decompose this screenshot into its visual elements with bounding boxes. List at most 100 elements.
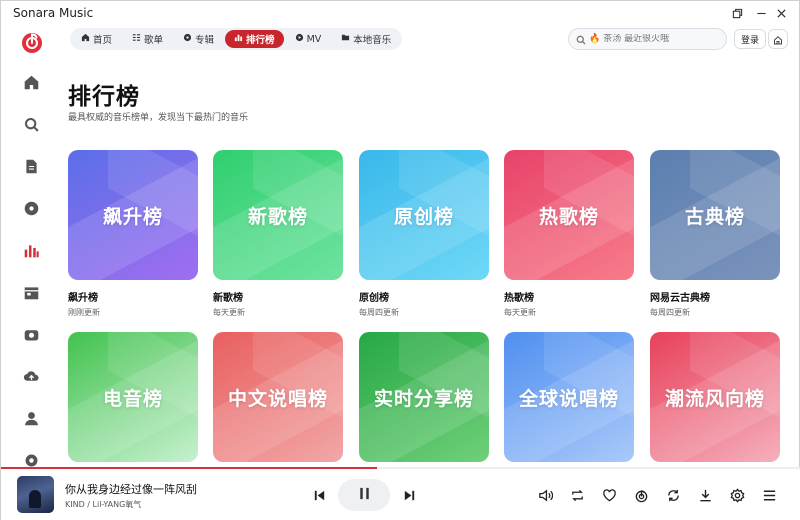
chart-cover[interactable]: 全球说唱榜 <box>504 332 634 462</box>
app-logo-icon <box>20 30 44 54</box>
video-icon <box>295 33 304 45</box>
search-icon <box>576 30 586 49</box>
repeat-icon[interactable] <box>569 487 585 503</box>
tab-label: 排行榜 <box>246 35 275 46</box>
chart-name[interactable]: 飙升榜 <box>68 289 198 304</box>
download-icon[interactable] <box>697 487 713 503</box>
page-title: 排行榜 <box>68 84 140 110</box>
chart-update-frequency: 每天更新 <box>504 308 536 317</box>
pause-button[interactable] <box>338 479 390 511</box>
next-track-icon[interactable] <box>401 487 417 503</box>
chart-cover-title: 飙升榜 <box>102 205 163 228</box>
sidebar-cloud-upload-icon[interactable] <box>20 365 42 387</box>
tab-home[interactable]: 首页 <box>72 30 121 48</box>
chart-card[interactable]: 古典榜网易云古典榜每周四更新 <box>650 150 780 318</box>
house-icon <box>773 30 783 49</box>
chart-cover[interactable]: 实时分享榜 <box>359 332 489 462</box>
app-window: Sonara Music 首页 歌单 专辑 排行榜 MV 本地音乐 🔥 茶汤 最… <box>0 0 800 520</box>
refresh-icon[interactable] <box>665 487 681 503</box>
chart-card[interactable]: 全球说唱榜 <box>504 332 634 462</box>
song-artist[interactable]: KIND / Lil-YANG氧气 <box>65 499 141 510</box>
top-nav: 首页 歌单 专辑 排行榜 MV 本地音乐 <box>70 28 403 50</box>
chart-card[interactable]: 电音榜 <box>68 332 198 462</box>
chart-name[interactable]: 网易云古典榜 <box>650 289 780 304</box>
page-subtitle: 最具权威的音乐榜单，发现当下最热门的音乐 <box>68 113 249 123</box>
tab-mv[interactable]: MV <box>286 30 331 48</box>
sidebar-disc-icon[interactable] <box>20 197 42 219</box>
chart-card[interactable]: 中文说唱榜 <box>213 332 343 462</box>
sidebar <box>1 25 61 467</box>
disc-icon <box>183 33 192 45</box>
chart-card[interactable]: 热歌榜 热歌榜 每天更新 <box>504 150 634 318</box>
player-bar: 你从我身边经过像一阵风刮 KIND / Lil-YANG氧气 <box>1 469 800 520</box>
sidebar-calendar-icon[interactable] <box>20 281 42 303</box>
home-icon <box>81 33 90 45</box>
search-box: 🔥 <box>568 28 727 50</box>
chart-cover-title: 古典榜 <box>684 205 745 228</box>
fire-icon: 🔥 <box>589 34 601 44</box>
search-input[interactable] <box>603 34 714 44</box>
song-title[interactable]: 你从我身边经过像一阵风刮 <box>65 481 197 497</box>
chart-cover[interactable]: 电音榜 <box>68 332 198 462</box>
tab-playlists[interactable]: 歌单 <box>123 30 172 48</box>
sidebar-search-icon[interactable] <box>20 113 42 135</box>
previous-track-icon[interactable] <box>311 487 327 503</box>
sidebar-charts-icon[interactable] <box>20 239 42 261</box>
chart-cover-title: 中文说唱榜 <box>227 387 328 410</box>
album-cover[interactable] <box>17 476 54 513</box>
tab-label: MV <box>306 33 322 45</box>
chart-cover[interactable]: 潮流风向榜 <box>650 332 780 462</box>
chart-cover-title: 新歌榜 <box>247 205 308 228</box>
volume-icon[interactable] <box>537 487 553 503</box>
pause-icon <box>357 486 372 505</box>
tab-label: 本地音乐 <box>353 35 392 46</box>
tab-local-music[interactable]: 本地音乐 <box>332 30 400 48</box>
chart-update-frequency: 刚刚更新 <box>68 308 100 317</box>
chart-cover-title: 热歌榜 <box>538 205 599 228</box>
sidebar-document-icon[interactable] <box>20 155 42 177</box>
chart-update-frequency: 每周四更新 <box>359 308 399 317</box>
chart-name[interactable]: 热歌榜 <box>504 289 634 304</box>
folder-icon <box>341 33 350 45</box>
chart-cover[interactable]: 原创榜 <box>359 150 489 280</box>
chart-name[interactable]: 新歌榜 <box>213 289 343 304</box>
tab-label: 专辑 <box>195 35 215 46</box>
sidebar-radio-icon[interactable] <box>20 323 42 345</box>
tab-label: 首页 <box>93 35 113 46</box>
chart-card[interactable]: 飙升榜 飙升榜 刚刚更新 <box>68 150 198 318</box>
tab-charts[interactable]: 排行榜 <box>225 30 284 48</box>
login-button[interactable]: 登录 <box>734 29 767 49</box>
sidebar-user-icon[interactable] <box>20 407 42 429</box>
chart-cover-title: 实时分享榜 <box>373 387 474 410</box>
app-title: Sonara Music <box>13 6 94 20</box>
sidebar-home-icon[interactable] <box>20 71 42 93</box>
chart-card[interactable]: 潮流风向榜 <box>650 332 780 462</box>
playlist-menu-icon[interactable] <box>761 487 777 503</box>
chart-cover-title: 原创榜 <box>393 205 454 228</box>
restore-window-icon[interactable] <box>727 4 747 22</box>
chart-cover[interactable]: 飙升榜 <box>68 150 198 280</box>
chart-cover[interactable]: 古典榜 <box>650 150 780 280</box>
list-icon <box>132 33 141 45</box>
title-bar: Sonara Music <box>1 1 800 25</box>
close-window-icon[interactable] <box>771 4 791 22</box>
tab-label: 歌单 <box>144 35 164 46</box>
chart-cover[interactable]: 新歌榜 <box>213 150 343 280</box>
minimize-window-icon[interactable] <box>751 4 771 22</box>
chart-icon <box>234 33 243 45</box>
tab-albums[interactable]: 专辑 <box>174 30 223 48</box>
chart-card[interactable]: 原创榜 原创榜 每周四更新 <box>359 150 489 318</box>
chart-card[interactable]: 实时分享榜 <box>359 332 489 462</box>
chart-cover-title: 全球说唱榜 <box>518 387 619 410</box>
chart-cover-title: 电音榜 <box>102 387 163 410</box>
chart-name[interactable]: 原创榜 <box>359 289 489 304</box>
chart-cover[interactable]: 中文说唱榜 <box>213 332 343 462</box>
home-button[interactable] <box>768 29 788 49</box>
chart-cover-title: 潮流风向榜 <box>664 387 765 410</box>
chart-update-frequency: 每周四更新 <box>650 308 690 317</box>
settings-icon[interactable] <box>729 487 745 503</box>
chart-card[interactable]: 新歌榜 新歌榜 每天更新 <box>213 150 343 318</box>
netease-logo-icon[interactable] <box>633 487 649 503</box>
heart-icon[interactable] <box>601 487 617 503</box>
chart-cover[interactable]: 热歌榜 <box>504 150 634 280</box>
